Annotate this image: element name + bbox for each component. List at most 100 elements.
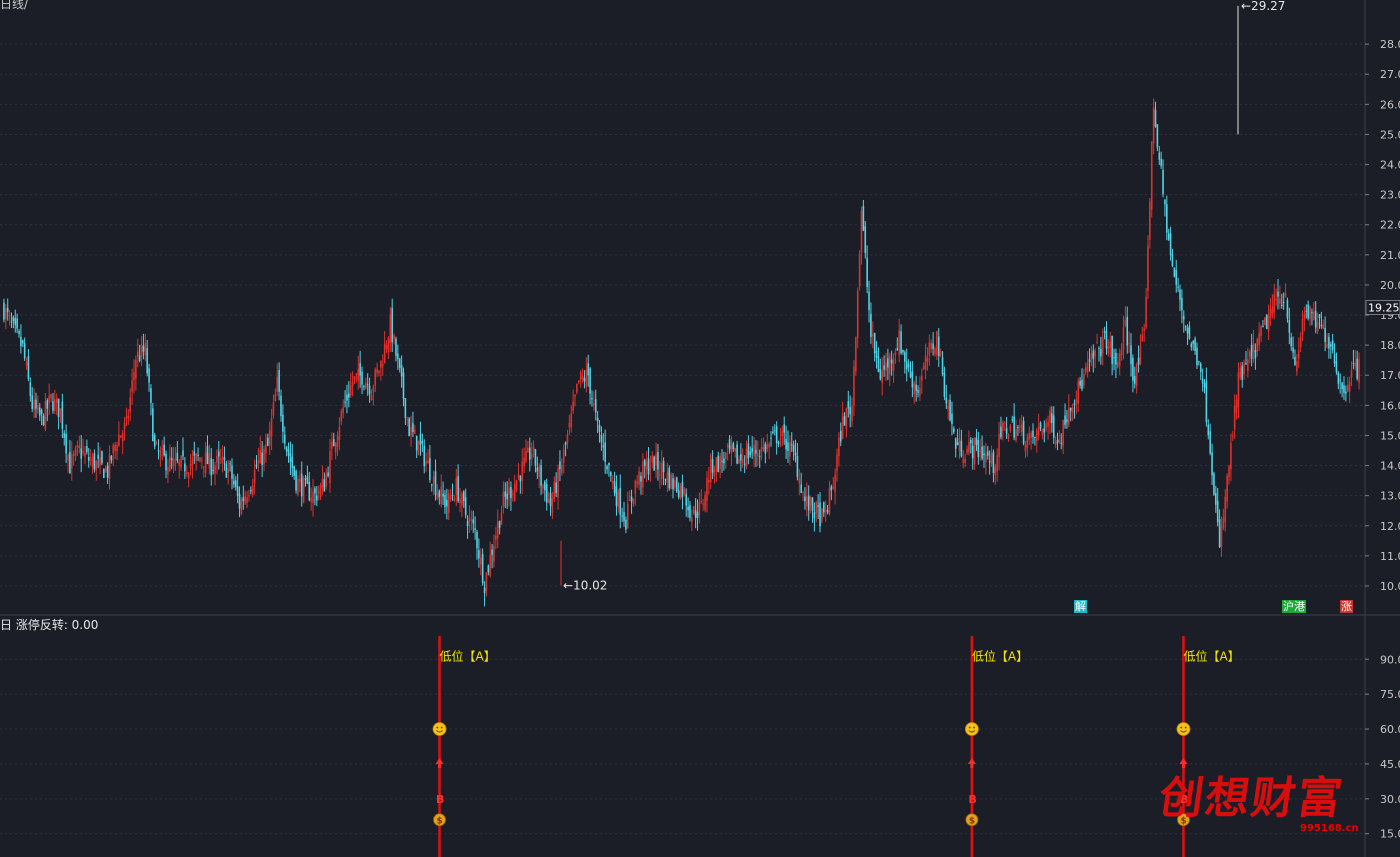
candle-body[interactable]	[591, 398, 593, 400]
candle-body[interactable]	[67, 454, 69, 461]
candle-body[interactable]	[1294, 357, 1296, 366]
candle-body[interactable]	[97, 454, 99, 459]
candle-body[interactable]	[932, 343, 934, 350]
candle-body[interactable]	[1262, 326, 1264, 328]
candle-body[interactable]	[1264, 317, 1266, 325]
candle-body[interactable]	[150, 388, 152, 403]
candle-body[interactable]	[657, 451, 659, 470]
candle-body[interactable]	[994, 466, 997, 475]
candle-body[interactable]	[1019, 426, 1021, 428]
candle-body[interactable]	[513, 483, 516, 501]
candle-body[interactable]	[939, 351, 942, 357]
candle-body[interactable]	[1235, 399, 1238, 413]
candle-body[interactable]	[1081, 379, 1083, 389]
candle-body[interactable]	[129, 397, 132, 413]
candle-body[interactable]	[319, 485, 322, 498]
candle-body[interactable]	[1245, 363, 1247, 365]
candle-body[interactable]	[885, 362, 887, 371]
candle-body[interactable]	[804, 496, 806, 502]
candle-body[interactable]	[593, 403, 595, 406]
candle-body[interactable]	[1322, 324, 1325, 329]
candle-body[interactable]	[868, 291, 870, 311]
candle-body[interactable]	[498, 521, 501, 528]
candle-body[interactable]	[937, 336, 940, 357]
candle-body[interactable]	[557, 468, 559, 498]
candle-body[interactable]	[54, 399, 56, 411]
candle-body[interactable]	[772, 431, 774, 433]
candle-body[interactable]	[811, 497, 814, 511]
candle-body[interactable]	[314, 488, 316, 494]
candle-body[interactable]	[1188, 326, 1191, 339]
candle-body[interactable]	[70, 454, 73, 468]
candle-body[interactable]	[1145, 296, 1147, 328]
candle-body[interactable]	[138, 355, 141, 361]
candle-body[interactable]	[463, 491, 465, 502]
candle-body[interactable]	[934, 348, 936, 355]
candle-body[interactable]	[909, 371, 912, 378]
candle-body[interactable]	[412, 423, 414, 432]
candle-body[interactable]	[971, 445, 974, 459]
candle-body[interactable]	[123, 422, 126, 430]
candle-body[interactable]	[1296, 361, 1298, 372]
candle-body[interactable]	[155, 442, 158, 444]
candle-body[interactable]	[640, 475, 642, 482]
candle-body[interactable]	[167, 467, 169, 475]
candle-body[interactable]	[397, 353, 399, 359]
candle-body[interactable]	[1329, 344, 1332, 347]
candle-body[interactable]	[574, 395, 576, 397]
candle-body[interactable]	[1228, 465, 1230, 478]
candle-body[interactable]	[464, 497, 467, 515]
candle-body[interactable]	[93, 453, 96, 470]
candle-body[interactable]	[1120, 349, 1123, 356]
candle-body[interactable]	[1084, 367, 1087, 373]
candle-body[interactable]	[1337, 372, 1340, 384]
candle-body[interactable]	[1105, 331, 1108, 349]
candle-body[interactable]	[1003, 422, 1006, 424]
candle-body[interactable]	[572, 401, 574, 411]
candle-body[interactable]	[1237, 372, 1240, 408]
candle-body[interactable]	[981, 446, 983, 459]
candle-body[interactable]	[387, 338, 390, 353]
candle-body[interactable]	[551, 498, 554, 513]
candle-body[interactable]	[316, 495, 318, 501]
candle-body[interactable]	[1166, 204, 1168, 233]
candle-body[interactable]	[988, 461, 991, 463]
candle-body[interactable]	[525, 450, 527, 462]
candle-body[interactable]	[159, 450, 162, 458]
candle-body[interactable]	[1158, 152, 1161, 160]
candle-body[interactable]	[564, 442, 567, 445]
candle-body[interactable]	[749, 451, 752, 456]
candle-body[interactable]	[704, 495, 706, 510]
candle-body[interactable]	[1280, 304, 1283, 306]
candle-body[interactable]	[738, 459, 740, 464]
candle-body[interactable]	[459, 498, 461, 504]
candle-body[interactable]	[1047, 421, 1049, 427]
candle-body[interactable]	[6, 307, 9, 313]
candle-body[interactable]	[581, 376, 584, 380]
candle-body[interactable]	[257, 459, 260, 464]
candle-body[interactable]	[881, 370, 884, 384]
candle-body[interactable]	[900, 331, 902, 353]
candle-body[interactable]	[1190, 343, 1193, 348]
candle-body[interactable]	[1243, 363, 1245, 375]
candle-body[interactable]	[1054, 442, 1057, 445]
candle-body[interactable]	[985, 454, 987, 462]
candle-body[interactable]	[1126, 316, 1129, 346]
candle-body[interactable]	[233, 480, 235, 485]
candle-body[interactable]	[655, 454, 657, 466]
candle-body[interactable]	[84, 452, 86, 457]
candle-body[interactable]	[106, 465, 109, 478]
candle-body[interactable]	[757, 453, 759, 456]
candle-body[interactable]	[766, 444, 769, 449]
candle-body[interactable]	[291, 457, 294, 469]
candle-body[interactable]	[276, 376, 279, 392]
candle-body[interactable]	[866, 257, 868, 288]
candle-body[interactable]	[1299, 337, 1302, 348]
candle-body[interactable]	[1167, 233, 1170, 240]
candle-body[interactable]	[461, 493, 463, 506]
candle-body[interactable]	[184, 463, 186, 472]
candle-body[interactable]	[206, 446, 209, 464]
candle-body[interactable]	[1056, 440, 1059, 443]
candle-body[interactable]	[1211, 452, 1213, 476]
candle-body[interactable]	[741, 459, 744, 463]
